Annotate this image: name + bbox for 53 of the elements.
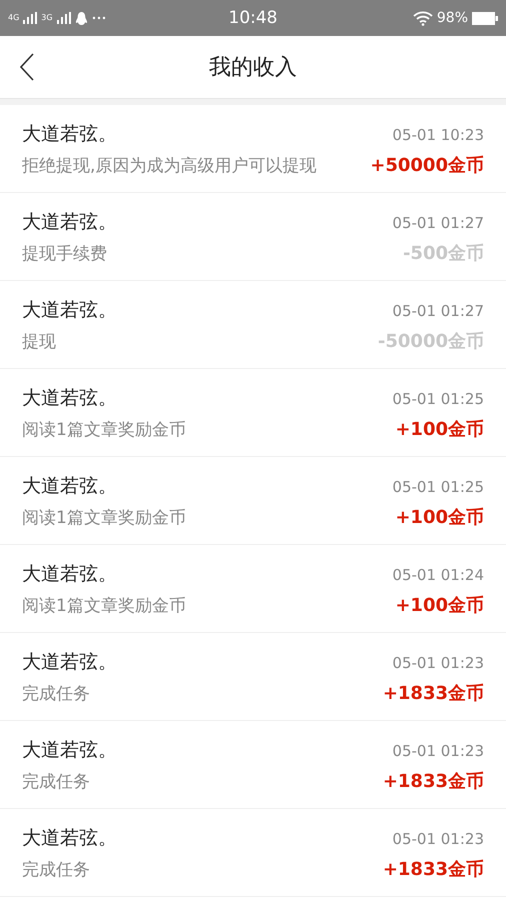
record-description: 拒绝提现,原因为成为高级用户可以提现 [22,154,316,176]
battery-icon [472,12,498,24]
user-name: 大道若弦。 [22,210,117,234]
income-record[interactable]: 大道若弦。 05-01 01:23 完成任务 +1833金币 [0,809,506,897]
coin-amount: +1833金币 [382,682,484,704]
record-time: 05-01 01:23 [392,830,484,848]
clock: 10:48 [228,8,278,28]
penguin-icon [74,10,88,26]
record-description: 完成任务 [22,682,90,704]
coin-amount: +100金币 [395,506,484,528]
user-name: 大道若弦。 [22,386,117,410]
record-time: 05-01 01:23 [392,742,484,760]
battery-percent: 98% [436,10,468,26]
income-record[interactable]: 大道若弦。 05-01 01:25 阅读1篇文章奖励金币 +100金币 [0,369,506,457]
record-description: 完成任务 [22,858,90,880]
record-time: 05-01 01:24 [392,566,484,584]
more-icon [92,16,106,20]
income-record[interactable]: 大道若弦。 05-01 01:23 完成任务 +1833金币 [0,633,506,721]
coin-amount: +1833金币 [382,858,484,880]
record-description: 提现 [22,330,56,352]
user-name: 大道若弦。 [22,826,117,850]
signal-icon [23,12,38,24]
record-description: 阅读1篇文章奖励金币 [22,594,186,616]
coin-amount: +100金币 [395,418,484,440]
record-time: 05-01 01:25 [392,478,484,496]
back-icon [20,53,34,81]
user-name: 大道若弦。 [22,122,117,146]
income-record[interactable]: 大道若弦。 05-01 10:23 拒绝提现,原因为成为高级用户可以提现 +50000金币 [0,105,506,193]
record-time: 05-01 01:25 [392,390,484,408]
income-record[interactable]: 大道若弦。 05-01 01:24 阅读1篇文章奖励金币 +100金币 [0,545,506,633]
network-label: 4G [8,14,20,22]
network-label: 3G [41,14,53,22]
coin-amount: +1833金币 [382,770,484,792]
record-time: 05-01 01:27 [392,302,484,320]
record-time: 05-01 10:23 [392,126,484,144]
user-name: 大道若弦。 [22,298,117,322]
user-name: 大道若弦。 [22,562,117,586]
income-record[interactable]: 大道若弦。 05-01 01:25 阅读1篇文章奖励金币 +100金币 [0,457,506,545]
record-description: 提现手续费 [22,242,107,264]
user-name: 大道若弦。 [22,474,117,498]
record-time: 05-01 01:27 [392,214,484,232]
record-description: 完成任务 [22,770,90,792]
coin-amount: +50000金币 [370,154,484,176]
record-time: 05-01 01:23 [392,654,484,672]
income-record[interactable]: 大道若弦。 05-01 01:23 完成任务 +1833金币 [0,721,506,809]
signal-icon [56,12,71,24]
user-name: 大道若弦。 [22,650,117,674]
record-description: 阅读1篇文章奖励金币 [22,418,186,440]
record-description: 阅读1篇文章奖励金币 [22,506,186,528]
page-title: 我的收入 [209,54,297,82]
wifi-icon [412,10,433,26]
coin-amount: +100金币 [395,594,484,616]
user-name: 大道若弦。 [22,738,117,762]
